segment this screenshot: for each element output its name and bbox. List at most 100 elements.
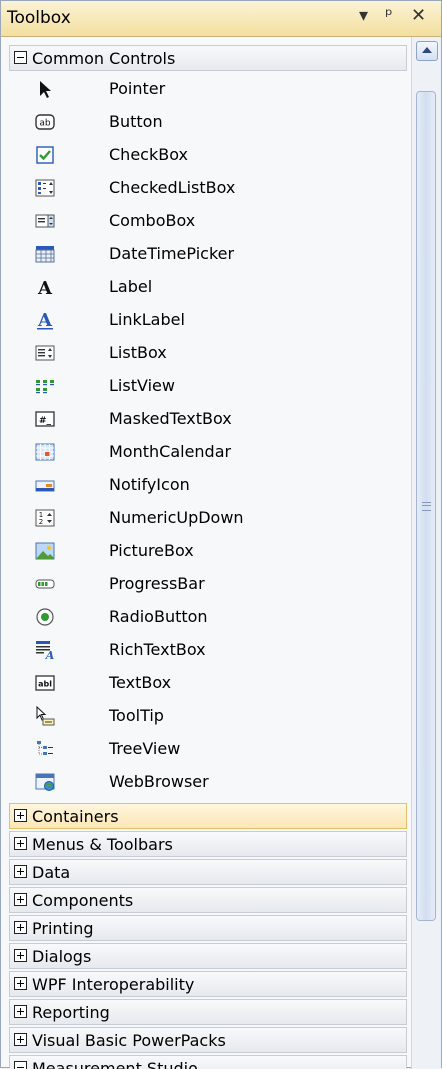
tool-label: Label xyxy=(109,277,153,296)
tool-item-datetimepicker[interactable]: DateTimePicker xyxy=(9,238,407,271)
linklabel-icon: A xyxy=(37,310,53,330)
tool-label: ProgressBar xyxy=(109,574,205,593)
tool-label: ToolTip xyxy=(109,706,164,725)
tool-item-richtextbox[interactable]: A RichTextBox xyxy=(9,634,407,667)
category-wpf-interoperability[interactable]: WPF Interoperability xyxy=(9,971,407,997)
toolbox-window: Toolbox ▾ ᵖ ✕ Common Controls Pointer ab… xyxy=(0,0,442,1069)
tool-item-picturebox[interactable]: PictureBox xyxy=(9,535,407,568)
close-icon[interactable]: ✕ xyxy=(411,5,426,26)
tool-item-button[interactable]: ab Button xyxy=(9,106,407,139)
tool-item-treeview[interactable]: TreeView xyxy=(9,733,407,766)
svg-text:2: 2 xyxy=(39,518,43,526)
tool-item-maskedtextbox[interactable]: #_ MaskedTextBox xyxy=(9,403,407,436)
tool-label: RadioButton xyxy=(109,607,208,626)
tool-item-numericupdown[interactable]: 12 NumericUpDown xyxy=(9,502,407,535)
combobox-icon xyxy=(35,214,55,228)
category-dialogs[interactable]: Dialogs xyxy=(9,943,407,969)
scrollbar-grip-icon xyxy=(422,502,431,511)
tool-label: PictureBox xyxy=(109,541,194,560)
notifyicon-icon xyxy=(35,480,55,492)
category-components[interactable]: Components xyxy=(9,887,407,913)
tool-item-checkedlistbox[interactable]: CheckedListBox xyxy=(9,172,407,205)
tool-label: CheckedListBox xyxy=(109,178,236,197)
progressbar-icon xyxy=(35,579,55,589)
datetimepicker-icon xyxy=(35,246,55,263)
tool-label: TextBox xyxy=(109,673,172,692)
tool-item-listview[interactable]: ListView xyxy=(9,370,407,403)
tool-item-pointer[interactable]: Pointer xyxy=(9,73,407,106)
tool-item-monthcalendar[interactable]: MonthCalendar xyxy=(9,436,407,469)
toolbox-list: Common Controls Pointer ab Button CheckB… xyxy=(9,37,411,1069)
listbox-icon xyxy=(35,345,55,361)
category-label: Visual Basic PowerPacks xyxy=(32,1031,226,1050)
expand-icon[interactable] xyxy=(14,921,27,934)
numericupdown-icon: 12 xyxy=(35,509,55,527)
svg-text:A: A xyxy=(37,310,53,330)
category-visual-basic-powerpacks[interactable]: Visual Basic PowerPacks xyxy=(9,1027,407,1053)
tool-label: DateTimePicker xyxy=(109,244,235,263)
tool-label: MaskedTextBox xyxy=(109,409,232,428)
tool-item-notifyicon[interactable]: NotifyIcon xyxy=(9,469,407,502)
category-menus-toolbars[interactable]: Menus & Toolbars xyxy=(9,831,407,857)
category-label: Data xyxy=(32,863,71,882)
svg-text:A: A xyxy=(37,278,53,297)
tool-item-label[interactable]: A Label xyxy=(9,271,407,304)
label-icon: A xyxy=(37,278,53,297)
expand-icon[interactable] xyxy=(14,893,27,906)
category-measurement-studio[interactable]: Measurement Studio xyxy=(9,1055,407,1069)
tool-item-progressbar[interactable]: ProgressBar xyxy=(9,568,407,601)
vertical-scrollbar[interactable] xyxy=(411,37,441,1069)
checkbox-icon xyxy=(36,146,54,164)
category-label: Components xyxy=(32,891,134,910)
tool-label: Button xyxy=(109,112,163,131)
category-common-controls[interactable]: Common Controls xyxy=(9,45,407,71)
pin-icon[interactable]: ᵖ xyxy=(385,5,393,26)
tool-label: TreeView xyxy=(109,739,181,758)
tool-item-tooltip[interactable]: ToolTip xyxy=(9,700,407,733)
expand-icon[interactable] xyxy=(14,837,27,850)
webbrowser-icon xyxy=(35,773,55,791)
svg-text:abl: abl xyxy=(38,680,52,689)
tool-item-radiobutton[interactable]: RadioButton xyxy=(9,601,407,634)
toolbox-title: Toolbox xyxy=(7,8,71,28)
monthcalendar-icon xyxy=(35,443,55,461)
category-data[interactable]: Data xyxy=(9,859,407,885)
richtextbox-icon: A xyxy=(36,641,55,660)
dropdown-arrow-icon[interactable]: ▾ xyxy=(359,5,368,26)
checkedlistbox-icon xyxy=(35,179,55,197)
tool-item-textbox[interactable]: abl TextBox xyxy=(9,667,407,700)
category-label: WPF Interoperability xyxy=(32,975,195,994)
tool-item-linklabel[interactable]: A LinkLabel xyxy=(9,304,407,337)
tool-label: NumericUpDown xyxy=(109,508,244,527)
tool-label: ListView xyxy=(109,376,175,395)
expand-icon[interactable] xyxy=(14,977,27,990)
tool-label: CheckBox xyxy=(109,145,188,164)
svg-text:#_: #_ xyxy=(39,416,52,426)
tool-item-listbox[interactable]: ListBox xyxy=(9,337,407,370)
scroll-up-button[interactable] xyxy=(416,41,438,61)
maskedtextbox-icon: #_ xyxy=(35,411,55,427)
tool-label: MonthCalendar xyxy=(109,442,232,461)
category-reporting[interactable]: Reporting xyxy=(9,999,407,1025)
collapse-icon[interactable] xyxy=(14,51,27,64)
expand-icon[interactable] xyxy=(14,949,27,962)
expand-icon[interactable] xyxy=(14,865,27,878)
category-label: Containers xyxy=(32,807,119,826)
expand-icon[interactable] xyxy=(14,1005,27,1018)
expand-icon[interactable] xyxy=(14,809,27,822)
tool-item-checkbox[interactable]: CheckBox xyxy=(9,139,407,172)
tool-label: LinkLabel xyxy=(109,310,185,329)
tool-label: NotifyIcon xyxy=(109,475,190,494)
radiobutton-icon xyxy=(36,608,54,626)
category-containers[interactable]: Containers xyxy=(9,803,407,829)
tooltip-icon xyxy=(36,706,55,726)
picturebox-icon xyxy=(35,542,55,560)
tool-item-webbrowser[interactable]: WebBrowser xyxy=(9,766,407,799)
expand-icon[interactable] xyxy=(14,1033,27,1046)
toolbox-titlebar[interactable]: Toolbox ▾ ᵖ ✕ xyxy=(1,1,441,37)
svg-text:ab: ab xyxy=(39,119,51,129)
category-printing[interactable]: Printing xyxy=(9,915,407,941)
scrollbar-thumb[interactable] xyxy=(416,91,436,921)
tool-item-combobox[interactable]: ComboBox xyxy=(9,205,407,238)
category-label: Common Controls xyxy=(32,49,176,68)
